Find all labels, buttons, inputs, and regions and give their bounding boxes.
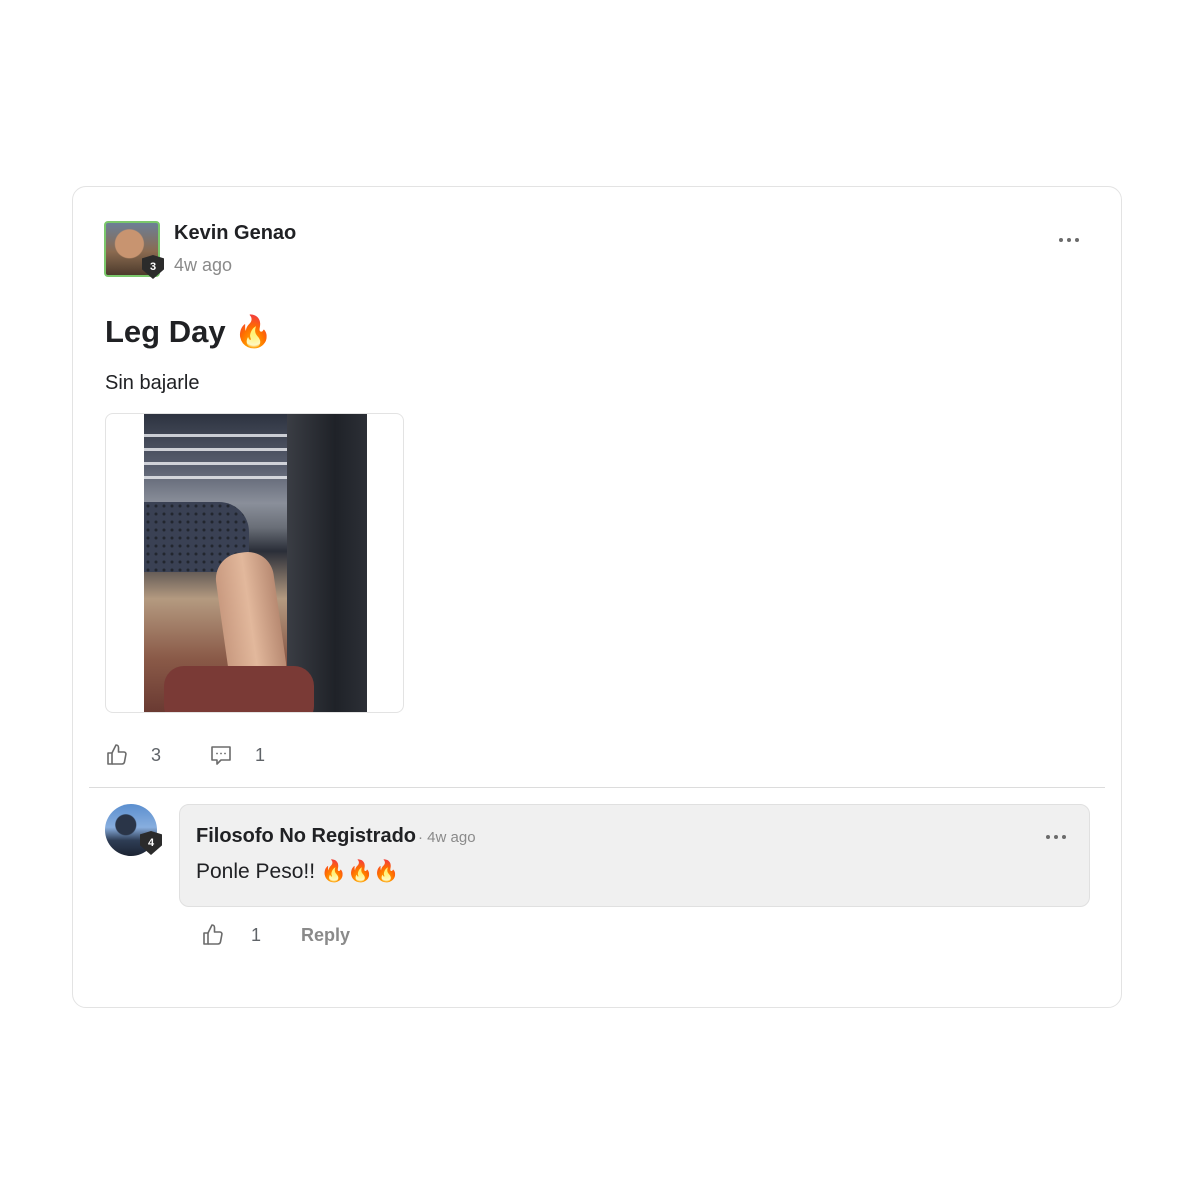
post-more-options-icon[interactable]	[1055, 227, 1083, 253]
comment-actions: 1 Reply	[201, 921, 350, 949]
comment-like-button[interactable]: 1	[201, 923, 261, 947]
post-body: Sin bajarle	[105, 372, 200, 394]
post-timestamp: 4w ago	[174, 255, 233, 275]
author-avatar[interactable]: 3	[104, 221, 164, 279]
gym-photo	[144, 414, 367, 712]
comment-text: Ponle Peso!! 🔥🔥🔥	[196, 860, 400, 883]
post-reactions: 3 1	[105, 741, 265, 769]
comment-more-options-icon[interactable]	[1043, 825, 1069, 849]
thumbs-up-icon	[107, 744, 127, 765]
post-title: Leg Day 🔥	[105, 314, 273, 349]
comment-like-count: 1	[251, 924, 262, 945]
post-image-attachment[interactable]	[105, 413, 404, 713]
like-count: 3	[151, 744, 162, 765]
comment-timestamp: · 4w ago	[418, 829, 476, 846]
author-name[interactable]: Kevin Genao	[174, 222, 296, 245]
like-button[interactable]: 3	[105, 743, 161, 767]
commenter-name[interactable]: Filosofo No Registrado	[196, 825, 416, 848]
divider	[89, 787, 1105, 788]
comment-bubble: Filosofo No Registrado · 4w ago Ponle Pe…	[179, 804, 1090, 907]
reply-button[interactable]: Reply	[301, 925, 350, 946]
comment-button[interactable]: 1	[209, 743, 265, 767]
thumbs-up-icon	[203, 924, 223, 945]
comment-count: 1	[255, 744, 266, 765]
comment-icon	[211, 746, 231, 765]
post-card: 3 Kevin Genao 4w ago Leg Day 🔥 Sin bajar…	[72, 186, 1122, 1008]
